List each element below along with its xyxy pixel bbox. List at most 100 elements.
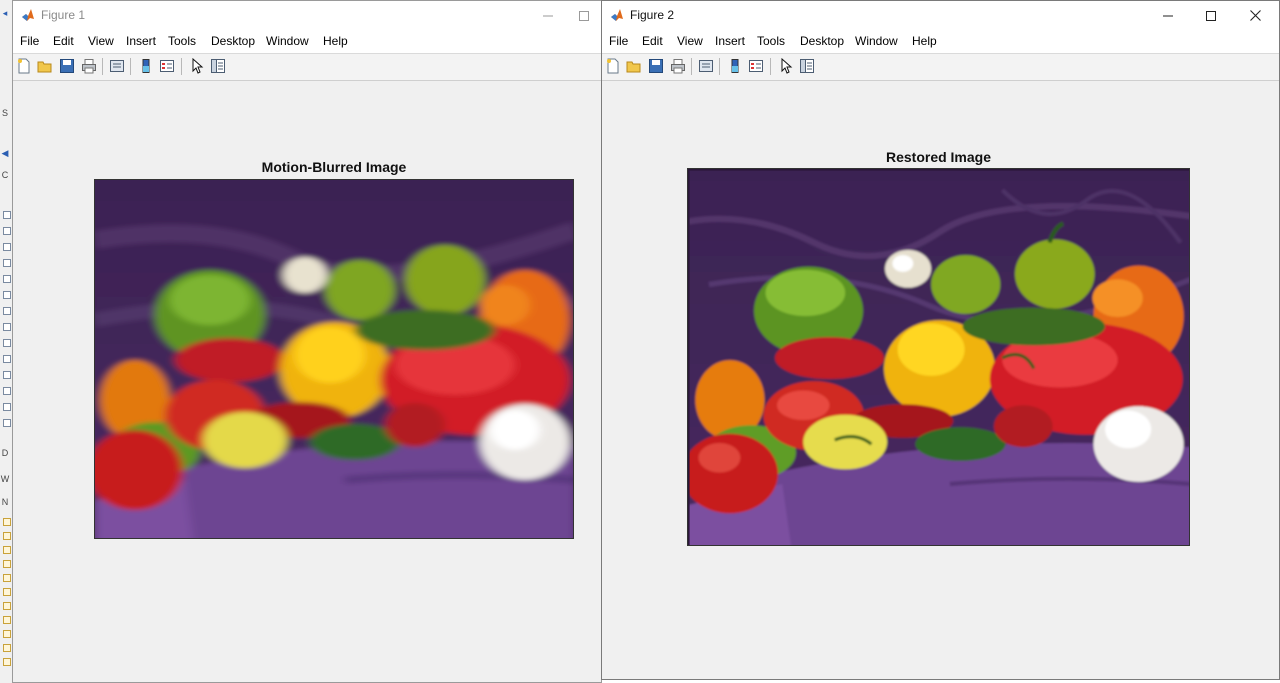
back-arrow-icon: ◂ (2, 8, 8, 18)
tree-expand-icon[interactable] (3, 243, 11, 251)
minimize-button[interactable] (526, 1, 570, 30)
menu-edit[interactable]: Edit (53, 34, 74, 49)
figure-toolbar (13, 53, 601, 81)
close-icon (1249, 10, 1261, 21)
restored-image[interactable] (687, 168, 1190, 546)
insert-colorbar-icon[interactable] (138, 58, 154, 74)
tree-expand-icon[interactable] (3, 275, 11, 283)
variable-icon[interactable] (3, 616, 11, 624)
open-file-icon[interactable] (37, 58, 53, 74)
toolbar-separator (770, 58, 771, 75)
toolbar-separator (130, 58, 131, 75)
menu-file[interactable]: File (20, 34, 39, 49)
minimize-icon (1163, 15, 1173, 16)
maximize-button[interactable] (1189, 1, 1233, 30)
menu-bar: File Edit View Insert Tools Desktop Wind… (602, 30, 1279, 75)
edit-plot-icon[interactable] (778, 58, 794, 74)
new-figure-icon[interactable] (16, 58, 32, 74)
collapse-arrow-icon: ◀ (1, 148, 9, 158)
toolbar-separator (691, 58, 692, 75)
variable-icon[interactable] (3, 546, 11, 554)
variable-icon[interactable] (3, 602, 11, 610)
save-icon[interactable] (648, 58, 664, 74)
menu-desktop[interactable]: Desktop (211, 34, 255, 49)
tree-expand-icon[interactable] (3, 371, 11, 379)
link-plot-icon[interactable] (109, 58, 125, 74)
minimize-icon (543, 15, 553, 16)
menu-file[interactable]: File (609, 34, 628, 49)
title-bar[interactable]: Figure 2 (602, 1, 1279, 30)
minimize-button[interactable] (1146, 1, 1190, 30)
maximize-button[interactable] (569, 1, 599, 30)
tree-expand-icon[interactable] (3, 387, 11, 395)
close-button[interactable] (1233, 1, 1277, 30)
insert-legend-icon[interactable] (159, 58, 175, 74)
tree-expand-icon[interactable] (3, 259, 11, 267)
figure-1-window: Figure 1 File Edit View Insert Tools Des… (12, 0, 602, 683)
menu-window[interactable]: Window (855, 34, 898, 49)
menu-tools[interactable]: Tools (168, 34, 196, 49)
panel-letter: D (1, 448, 9, 458)
toolbar-separator (719, 58, 720, 75)
variable-icon[interactable] (3, 644, 11, 652)
blurred-image[interactable] (94, 179, 574, 539)
menu-insert[interactable]: Insert (126, 34, 156, 49)
property-inspector-icon[interactable] (799, 58, 815, 74)
edit-plot-icon[interactable] (189, 58, 205, 74)
window-title: Figure 1 (41, 8, 86, 22)
window-title: Figure 2 (630, 8, 675, 22)
menu-insert[interactable]: Insert (715, 34, 745, 49)
toolbar-separator (181, 58, 182, 75)
variable-icon[interactable] (3, 532, 11, 540)
menu-window[interactable]: Window (266, 34, 309, 49)
variable-icon[interactable] (3, 588, 11, 596)
menu-view[interactable]: View (88, 34, 114, 49)
tree-expand-icon[interactable] (3, 307, 11, 315)
peppers-image (688, 169, 1189, 545)
panel-letter: S (1, 108, 8, 118)
figure-2-window: Figure 2 File Edit View Insert Tools Des… (601, 0, 1280, 680)
menu-edit[interactable]: Edit (642, 34, 663, 49)
matlab-logo-icon (22, 9, 34, 21)
menu-help[interactable]: Help (912, 34, 937, 49)
insert-legend-icon[interactable] (748, 58, 764, 74)
menu-tools[interactable]: Tools (757, 34, 785, 49)
maximize-icon (1206, 10, 1216, 21)
figure-toolbar (602, 53, 1279, 81)
menu-bar: File Edit View Insert Tools Desktop Wind… (13, 30, 601, 53)
property-inspector-icon[interactable] (210, 58, 226, 74)
tree-expand-icon[interactable] (3, 227, 11, 235)
tree-expand-icon[interactable] (3, 339, 11, 347)
variable-icon[interactable] (3, 518, 11, 526)
axes-title: Motion-Blurred Image (261, 159, 407, 175)
toolbar-separator (102, 58, 103, 75)
insert-colorbar-icon[interactable] (727, 58, 743, 74)
tree-expand-icon[interactable] (3, 419, 11, 427)
menu-desktop[interactable]: Desktop (800, 34, 844, 49)
matlab-logo-icon (611, 9, 623, 21)
new-figure-icon[interactable] (605, 58, 621, 74)
title-bar[interactable]: Figure 1 (13, 1, 601, 30)
maximize-icon (579, 10, 589, 21)
variable-icon[interactable] (3, 630, 11, 638)
tree-expand-icon[interactable] (3, 323, 11, 331)
save-icon[interactable] (59, 58, 75, 74)
panel-letter: C (1, 170, 9, 180)
print-icon[interactable] (81, 58, 97, 74)
tree-expand-icon[interactable] (3, 211, 11, 219)
panel-letter: W (0, 474, 10, 484)
peppers-image (95, 180, 573, 538)
print-icon[interactable] (670, 58, 686, 74)
variable-icon[interactable] (3, 560, 11, 568)
variable-icon[interactable] (3, 658, 11, 666)
tree-expand-icon[interactable] (3, 403, 11, 411)
tree-expand-icon[interactable] (3, 355, 11, 363)
variable-icon[interactable] (3, 574, 11, 582)
menu-help[interactable]: Help (323, 34, 348, 49)
tree-expand-icon[interactable] (3, 291, 11, 299)
link-plot-icon[interactable] (698, 58, 714, 74)
axes-title: Restored Image (885, 149, 992, 165)
panel-letter: N (1, 497, 9, 507)
open-file-icon[interactable] (626, 58, 642, 74)
menu-view[interactable]: View (677, 34, 703, 49)
